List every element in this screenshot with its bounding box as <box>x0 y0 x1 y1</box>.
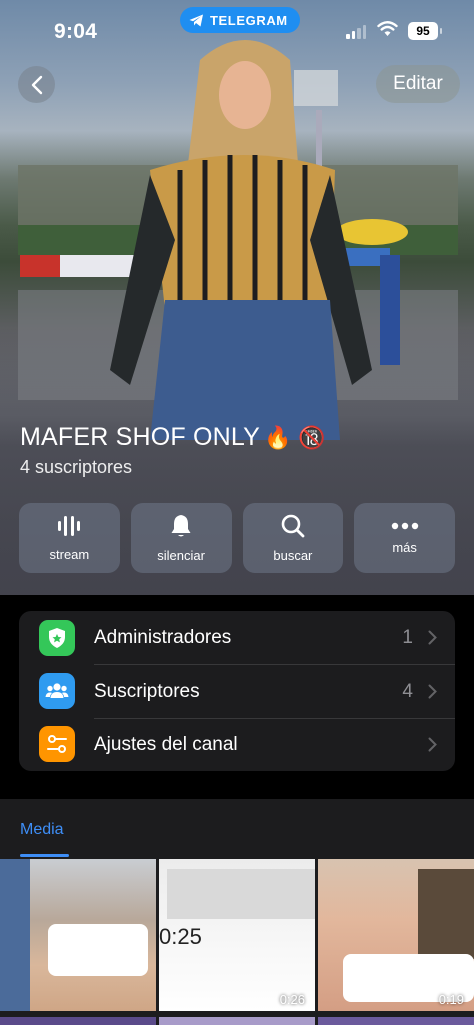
mute-label: silenciar <box>157 547 205 563</box>
media-grid: 0:25 0:26 0:19 <box>0 859 474 1011</box>
media-panel: Media 0:25 0:26 0:19 <box>0 799 474 1025</box>
more-button[interactable]: más <box>354 503 455 573</box>
thumb-figure <box>0 859 30 1011</box>
telegram-pill[interactable]: TELEGRAM <box>180 7 300 33</box>
media-grid-next-row <box>0 1017 474 1025</box>
chevron-right-icon <box>428 737 437 752</box>
thumb-figure <box>167 869 315 919</box>
stream-button[interactable]: stream <box>19 503 120 573</box>
tab-media[interactable]: Media <box>20 821 64 839</box>
subscribers-count: 4 <box>402 680 413 702</box>
info-row-subscribers[interactable]: Suscriptores 4 <box>19 665 455 718</box>
search-label: buscar <box>273 547 313 563</box>
video-duration: 0:19 <box>438 992 464 1007</box>
battery-icon: 95 <box>408 22 442 40</box>
media-thumb[interactable]: 0:25 0:26 <box>159 859 315 1011</box>
edit-button[interactable]: Editar <box>376 65 460 103</box>
thumb-figure <box>418 869 474 959</box>
status-time: 9:04 <box>54 20 98 43</box>
channel-title-emoji: 🔥 🔞 <box>264 424 326 450</box>
video-duration: 0:26 <box>279 992 305 1007</box>
more-label: más <box>392 539 417 555</box>
search-icon <box>281 514 305 537</box>
administrators-count: 1 <box>402 626 413 648</box>
search-button[interactable]: buscar <box>242 503 344 573</box>
info-label-administrators: Administradores <box>94 626 232 648</box>
action-bar: stream silenciar buscar más <box>19 503 455 573</box>
channel-info-card: Administradores 1 Suscriptores 4 Ajustes… <box>19 611 455 771</box>
channel-title: MAFER SHOF ONLY 🔥 🔞 <box>20 423 326 452</box>
chevron-right-icon <box>428 630 437 645</box>
telegram-pill-label: TELEGRAM <box>210 12 288 28</box>
mute-button[interactable]: silenciar <box>130 503 232 573</box>
info-row-channel-settings[interactable]: Ajustes del canal <box>19 718 455 771</box>
admin-shield-icon <box>39 620 75 656</box>
cellular-signal-icon <box>346 25 366 39</box>
stream-icon <box>58 515 81 536</box>
channel-title-text: MAFER SHOF ONLY <box>20 423 261 451</box>
media-thumb[interactable] <box>0 859 156 1011</box>
wifi-icon <box>377 21 398 36</box>
people-icon <box>39 673 75 709</box>
status-bar: 9:04 TELEGRAM 95 <box>0 0 474 62</box>
back-button[interactable] <box>18 66 55 103</box>
more-icon <box>391 522 418 529</box>
subscriber-count: 4 suscriptores <box>20 457 133 477</box>
censor-block <box>48 924 148 976</box>
info-row-administrators[interactable]: Administradores 1 <box>19 611 455 664</box>
chevron-left-icon <box>31 75 42 94</box>
info-label-subscribers: Suscriptores <box>94 680 200 702</box>
battery-level: 95 <box>416 24 430 38</box>
media-thumb[interactable]: 0:19 <box>318 859 474 1011</box>
bell-icon <box>171 514 191 536</box>
chevron-right-icon <box>428 684 437 699</box>
stream-label: stream <box>49 546 90 562</box>
info-label-channel-settings: Ajustes del canal <box>94 733 238 755</box>
settings-sliders-icon <box>39 726 75 762</box>
thumb-overlay-text: 0:25 <box>159 924 202 949</box>
tab-media-indicator <box>20 854 69 857</box>
telegram-plane-icon <box>189 14 203 26</box>
